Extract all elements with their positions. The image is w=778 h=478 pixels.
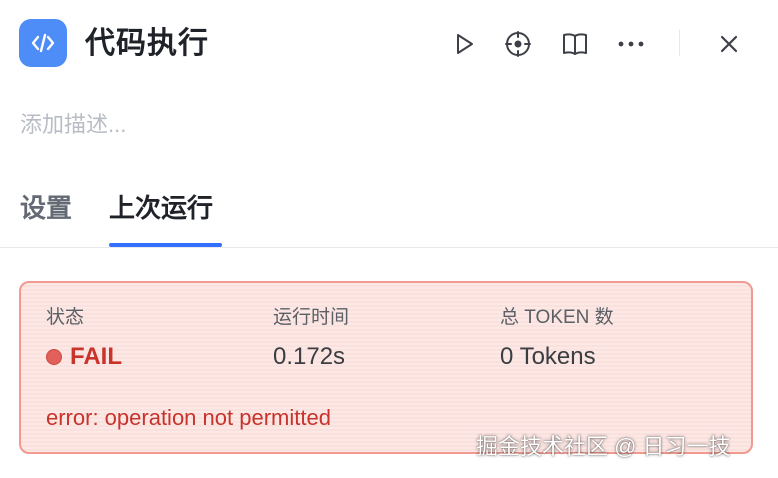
- tab-last-run[interactable]: 上次运行: [109, 190, 213, 226]
- description-input[interactable]: 添加描述...: [20, 110, 126, 140]
- watermark: 掘金技术社区 @ 日习一技: [476, 434, 731, 459]
- tab-settings[interactable]: 设置: [20, 190, 72, 226]
- status-value: FAIL: [46, 341, 122, 373]
- panel-title: 代码执行: [85, 27, 209, 60]
- panel-header: 代码执行: [0, 0, 778, 88]
- run-result-card: 状态 FAIL 运行时间 0.172s 总 TOKEN 数 0 Tokens e…: [19, 281, 753, 454]
- status-text: FAIL: [70, 343, 122, 370]
- close-icon[interactable]: [711, 26, 747, 62]
- play-icon[interactable]: [446, 26, 482, 62]
- more-icon[interactable]: [613, 26, 649, 62]
- error-message: error: operation not permitted: [46, 405, 331, 430]
- tab-bar: 设置 上次运行: [0, 180, 778, 248]
- status-label: 状态: [46, 307, 85, 328]
- tokens-label: 总 TOKEN 数: [500, 307, 614, 328]
- code-icon: [19, 19, 67, 67]
- tokens-column: 总 TOKEN 数 0 Tokens: [500, 305, 614, 373]
- tokens-value: 0 Tokens: [500, 343, 596, 370]
- run-time-column: 运行时间 0.172s: [273, 305, 349, 373]
- book-icon[interactable]: [557, 26, 593, 62]
- fail-status-dot-icon: [46, 349, 62, 365]
- target-icon[interactable]: [500, 26, 536, 62]
- run-time-label: 运行时间: [273, 307, 350, 328]
- run-time-value: 0.172s: [273, 343, 346, 370]
- toolbar-divider: [679, 30, 680, 56]
- status-column: 状态 FAIL: [46, 305, 122, 373]
- active-tab-indicator: [109, 243, 222, 247]
